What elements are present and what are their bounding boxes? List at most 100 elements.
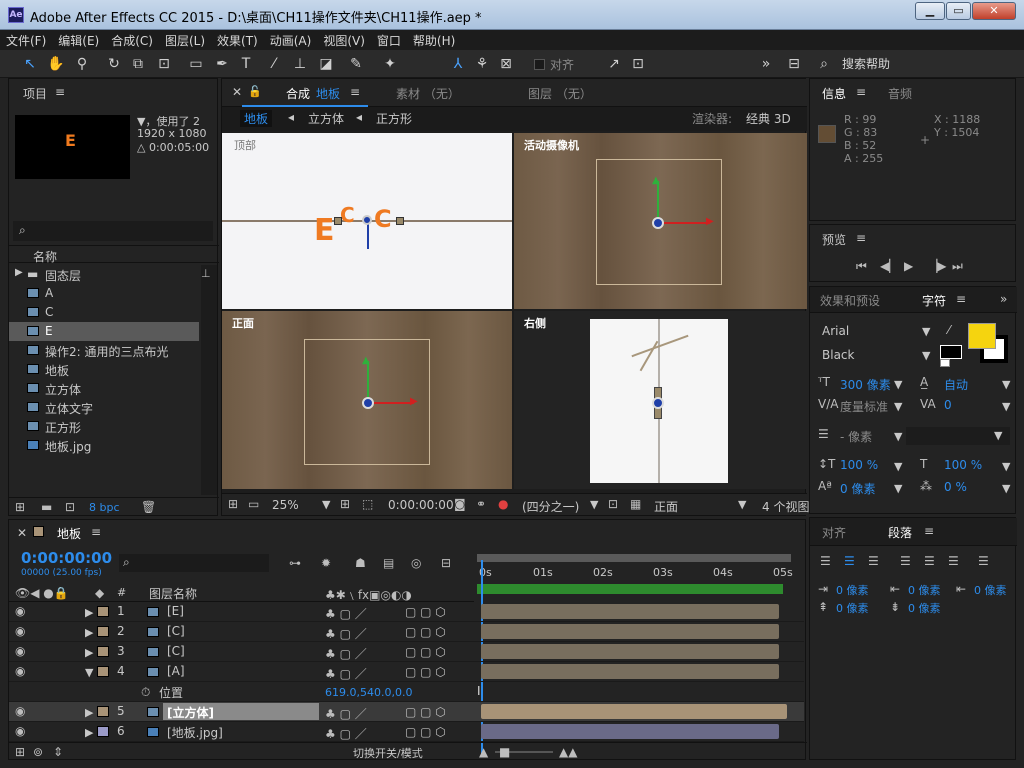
- layer-duration-bar[interactable]: [481, 644, 779, 659]
- transparency-grid-icon[interactable]: ▦: [630, 497, 641, 511]
- transfer-controls-icon[interactable]: ⊚: [33, 745, 43, 759]
- align-center-icon[interactable]: ☰: [844, 554, 855, 568]
- menu-help[interactable]: 帮助(H): [407, 30, 461, 49]
- chevron-down-icon[interactable]: ▼: [1002, 460, 1010, 473]
- justify-center-icon[interactable]: ☰: [924, 554, 935, 568]
- region-of-interest-icon[interactable]: ⬚: [362, 497, 373, 511]
- flowchart-icon[interactable]: ⊥: [201, 267, 211, 280]
- table-row[interactable]: ◉ ▶ 5 [立方体] ♣ ▢ ／ ▢ ▢ ⬡: [9, 702, 804, 722]
- panel-menu-icon[interactable]: ≡: [350, 85, 360, 99]
- table-row[interactable]: ◉ ▶ 3 [C] ♣ ▢ ／ ▢ ▢ ⬡: [9, 642, 804, 662]
- viewport-front[interactable]: 正面 ▲ ▶: [222, 311, 512, 489]
- camera-tool-icon[interactable]: ⧉: [128, 54, 148, 74]
- fill-color-swatch[interactable]: [968, 323, 996, 349]
- frame-blending-icon[interactable]: ▤: [383, 556, 394, 570]
- delete-icon[interactable]: 🗑: [141, 500, 156, 514]
- y-axis-handle[interactable]: [367, 361, 369, 401]
- close-tab-icon[interactable]: ✕: [232, 85, 242, 99]
- eye-icon[interactable]: ◉: [15, 704, 25, 718]
- overflow-chevron-icon[interactable]: »: [756, 54, 776, 74]
- bounding-handle[interactable]: [396, 217, 404, 225]
- brush-tool-icon[interactable]: ⁄: [264, 54, 284, 74]
- view-axis-icon[interactable]: ⊠: [496, 54, 516, 74]
- work-area-bar[interactable]: [477, 554, 791, 562]
- layer-name[interactable]: [A]: [167, 664, 185, 678]
- label-color-box[interactable]: [97, 626, 109, 637]
- column-layer-name[interactable]: 图层名称: [149, 585, 197, 602]
- vertical-scale-value[interactable]: 100 %: [840, 458, 878, 472]
- label-color-box[interactable]: [97, 726, 109, 737]
- tab-audio[interactable]: 音频: [888, 85, 912, 102]
- anchor-point-handle[interactable]: [652, 217, 664, 229]
- graph-editor-icon[interactable]: ⊟: [441, 556, 451, 570]
- view-select[interactable]: 正面: [654, 498, 678, 515]
- menu-window[interactable]: 窗口: [371, 30, 407, 49]
- panel-menu-icon[interactable]: ≡: [856, 231, 866, 245]
- first-frame-icon[interactable]: ⏮: [856, 259, 867, 274]
- eye-icon[interactable]: ◉: [15, 604, 25, 618]
- list-item[interactable]: ▶ ▬ 固态层: [9, 265, 199, 284]
- maximize-button[interactable]: ▭: [946, 2, 971, 20]
- workspace-icon[interactable]: ⊟: [784, 54, 804, 74]
- menu-composition[interactable]: 合成(C): [105, 30, 159, 49]
- label-color-box[interactable]: [97, 606, 109, 617]
- layer-duration-bar[interactable]: [481, 624, 779, 639]
- tracking-value[interactable]: 0: [944, 398, 952, 412]
- tab-preview[interactable]: 预览: [822, 231, 846, 248]
- 3d-layer-icon[interactable]: ▢ ▢ ⬡: [405, 665, 446, 679]
- snapshot-icon[interactable]: ◙: [454, 497, 466, 511]
- align-right-icon[interactable]: ☰: [868, 554, 879, 568]
- tab-paragraph[interactable]: 段落: [888, 524, 912, 541]
- fit-icon[interactable]: ⊞: [340, 497, 350, 511]
- list-item[interactable]: 操作2: 通用的三点布光: [9, 341, 199, 360]
- column-name[interactable]: 名称: [33, 248, 57, 265]
- local-axis-icon[interactable]: ⅄: [448, 54, 468, 74]
- table-row[interactable]: ◉ ▶ 1 [E] ♣ ▢ ／ ▢ ▢ ⬡: [9, 602, 804, 622]
- next-frame-icon[interactable]: ▕▶: [928, 259, 946, 273]
- kerning-value[interactable]: 度量标准: [840, 398, 888, 415]
- in-out-icon[interactable]: ⇕: [53, 745, 63, 759]
- list-item[interactable]: 立方体: [9, 379, 199, 398]
- time-ruler[interactable]: 0s 01s 02s 03s 04s 05s: [475, 566, 793, 580]
- menu-layer[interactable]: 图层(L): [159, 30, 211, 49]
- viewport-active-camera[interactable]: 活动摄像机 ▲ ▶: [514, 133, 807, 309]
- 3d-layer-icon[interactable]: ▢ ▢ ⬡: [405, 725, 446, 739]
- text-tool-icon[interactable]: T: [236, 54, 256, 74]
- no-fill-swatch[interactable]: [940, 359, 950, 367]
- collapse-arrow-icon[interactable]: ▼: [85, 666, 93, 679]
- menu-file[interactable]: 文件(F): [0, 30, 52, 49]
- viewport-top[interactable]: 顶部 E C C: [222, 133, 512, 309]
- world-axis-icon[interactable]: ⚘: [472, 54, 492, 74]
- layer-name[interactable]: [地板.jpg]: [167, 724, 223, 741]
- project-search-input[interactable]: ⌕: [13, 221, 213, 241]
- list-item[interactable]: 立体文字: [9, 398, 199, 417]
- layer-name[interactable]: [C]: [167, 624, 185, 638]
- baseline-shift-value[interactable]: 0 像素: [840, 480, 875, 497]
- close-button[interactable]: ✕: [972, 2, 1016, 20]
- stroke-style-select[interactable]: ▼: [906, 427, 1010, 445]
- tab-character[interactable]: 字符: [922, 292, 946, 309]
- tab-footage[interactable]: 素材 （无）: [396, 85, 460, 102]
- collapse-transform-icon[interactable]: ♣ ▢ ／: [325, 605, 367, 622]
- collapse-transform-icon[interactable]: ♣ ▢ ／: [325, 645, 367, 662]
- black-swatch[interactable]: [940, 345, 962, 359]
- timeline-tab[interactable]: 地板: [57, 525, 81, 542]
- chevron-down-icon[interactable]: ▼: [590, 498, 598, 511]
- chevron-down-icon[interactable]: ▼: [1002, 400, 1010, 413]
- menu-edit[interactable]: 编辑(E): [52, 30, 105, 49]
- hide-shy-layers-icon[interactable]: ☗: [355, 556, 366, 570]
- chevron-down-icon[interactable]: ▼: [738, 498, 746, 511]
- expand-arrow-icon[interactable]: ▶: [85, 706, 93, 719]
- show-snapshot-icon[interactable]: ⚭: [476, 497, 486, 511]
- z-axis-handle[interactable]: [367, 223, 369, 249]
- eye-icon[interactable]: ◉: [15, 644, 25, 658]
- horizontal-scale-value[interactable]: 100 %: [944, 458, 982, 472]
- table-row[interactable]: ◉ ▼ 4 [A] ♣ ▢ ／ ▢ ▢ ⬡: [9, 662, 804, 682]
- zoom-out-icon[interactable]: ▲: [479, 745, 488, 759]
- panel-menu-icon[interactable]: ≡: [91, 525, 101, 539]
- indent-first-value[interactable]: 0 像素: [908, 582, 941, 598]
- collapse-transform-icon[interactable]: ♣ ▢ ／: [325, 705, 367, 722]
- last-frame-icon[interactable]: ⏭: [952, 259, 963, 274]
- panel-menu-icon[interactable]: ≡: [856, 85, 866, 99]
- renderer-value[interactable]: 经典 3D: [746, 110, 791, 127]
